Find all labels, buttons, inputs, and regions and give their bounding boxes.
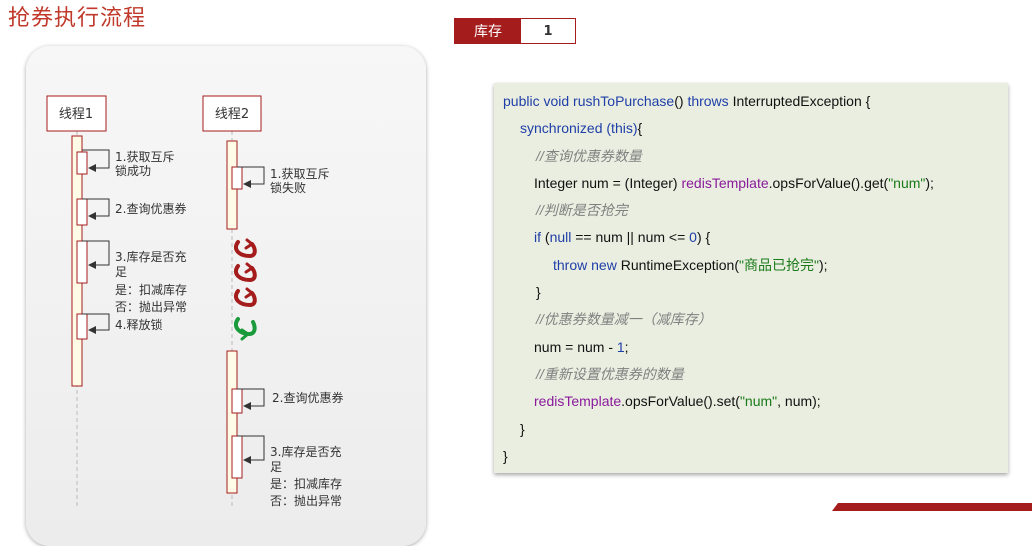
t1-step2-box	[76, 198, 88, 226]
code-block: public void rushToPurchase() throws Inte…	[494, 83, 1008, 473]
t1-step1-text-2: 锁成功	[115, 163, 151, 178]
code-line-1: public void rushToPurchase() throws Inte…	[503, 93, 871, 109]
t1-step3-text-4: 否：抛出异常	[115, 299, 187, 314]
code-line-11: //重新设置优惠券的数量	[536, 365, 684, 382]
code-line-5: //判断是否抢完	[536, 202, 628, 219]
t1-step3-text-3: 是：扣减库存	[115, 282, 187, 297]
code-line-10: num = num - 1;	[534, 338, 629, 355]
t2-step1-text: 1.获取互斥	[270, 167, 329, 181]
t1-step3-text-2: 足	[115, 265, 127, 279]
code-line-3: //查询优惠券数量	[536, 147, 642, 164]
t1-step1-box	[76, 151, 88, 175]
sequence-diagram: 线程1 线程2 1.获取互斥 锁成功 2.查询优惠券 3.库存是否充 足 是：扣…	[46, 95, 343, 509]
code-line-2: synchronized (this){	[520, 120, 643, 137]
retry-arrows	[233, 238, 257, 341]
t1-step4-box	[76, 313, 88, 340]
t2-step1-text-2: 锁失败	[270, 180, 306, 195]
t2-step1-box	[231, 166, 243, 190]
t1-step3-text: 3.库存是否充	[115, 249, 186, 264]
t2-step2-text: 2.查询优惠券	[272, 390, 343, 405]
code-line-4: Integer num = (Integer) redisTemplate.op…	[534, 174, 934, 191]
t1-step2-text: 2.查询优惠券	[115, 201, 186, 216]
stock-value: 1	[521, 19, 575, 43]
t2-step3-text-2: 足	[270, 460, 282, 474]
code-line-6: if (null == num || num <= 0) {	[534, 229, 711, 246]
code-line-8: }	[536, 284, 541, 301]
t2-step3-text-3: 是：扣减库存	[270, 476, 342, 491]
t2-step2-box	[231, 388, 243, 414]
t1-step4-text: 4.释放锁	[115, 317, 162, 332]
stock-indicator: 库存 1	[454, 18, 576, 44]
t2-step3-text: 3.库存是否充	[270, 444, 341, 459]
thread2-label: 线程2	[215, 107, 249, 122]
t2-step3-text-4: 否：抛出异常	[270, 493, 342, 508]
thread1-label: 线程1	[59, 107, 93, 122]
t1-step1-text: 1.获取互斥	[115, 150, 174, 164]
code-line-9: //优惠券数量减一（减库存）	[536, 311, 712, 328]
code-line-7: throw new RuntimeException("商品已抢完");	[553, 256, 828, 273]
code-line-13: }	[520, 420, 525, 437]
code-line-14: }	[503, 447, 508, 464]
decorative-corner-bar	[832, 503, 1032, 511]
t1-step3-box	[76, 240, 88, 284]
code-line-12: redisTemplate.opsForValue().set("num", n…	[534, 393, 821, 410]
t2-step3-box	[231, 435, 243, 479]
stock-label: 库存	[455, 19, 521, 43]
